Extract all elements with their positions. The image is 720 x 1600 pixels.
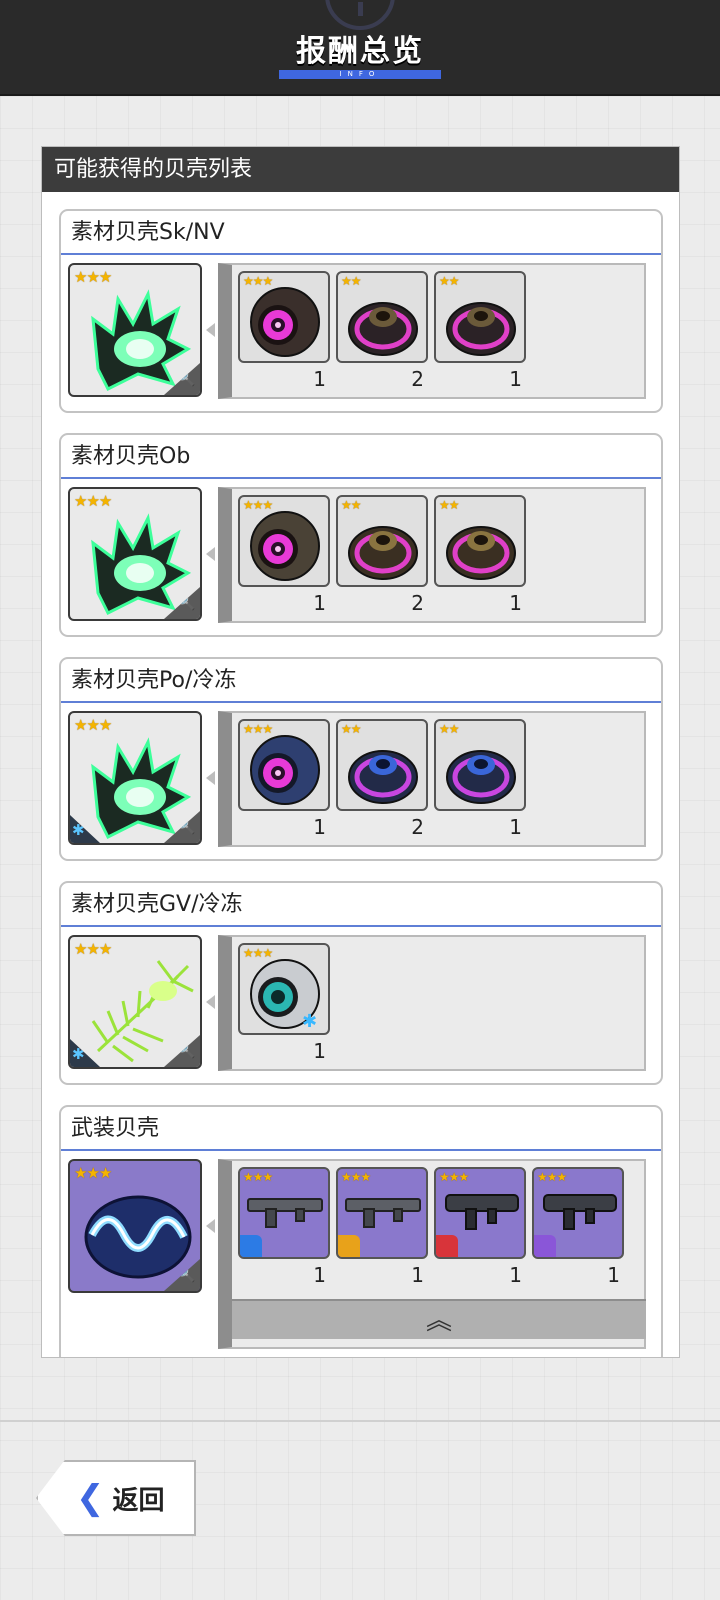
reward-item[interactable]: ★★ (336, 719, 428, 811)
svg-text:✱: ✱ (302, 1011, 317, 1032)
material-shell-icon (91, 289, 192, 392)
shell-thumbnail[interactable]: ★★★ ✱ 🔍 (68, 935, 202, 1069)
launcher-icon (543, 1194, 617, 1230)
item-count: 2 (411, 815, 424, 839)
material-shell-icon (91, 513, 192, 616)
material-gear-icon (446, 526, 516, 580)
material-orb-icon (250, 287, 320, 357)
launcher-icon (445, 1194, 519, 1230)
item-count: 2 (411, 591, 424, 615)
reward-list: ★★★ 1 ★★ 2 ★★ 1 (218, 263, 646, 399)
page-subtitle: INFO (339, 70, 381, 78)
reward-item[interactable]: ★★ (434, 719, 526, 811)
item-count: 1 (509, 1263, 522, 1287)
item-count: 1 (607, 1263, 620, 1287)
armament-shell-icon (84, 1195, 192, 1279)
shell-list-panel: 可能获得的贝壳列表 素材贝壳Sk/NV ★★★ 🔍 ★★★ 1 ★★ 2 ★★ … (41, 146, 680, 1358)
shell-card: 武装贝壳 ★★★ 🔍 ★★★ 1 ★★★ 1 ★★★ 1 ★★★ 1 ︽ (59, 1105, 663, 1357)
type-badge (338, 1235, 360, 1257)
pointer-arrow (206, 547, 215, 561)
shell-card: 素材贝壳Po/冷冻 ★★★ ✱ 🔍 ★★★ 1 ★★ 2 ★★ 1 (59, 657, 663, 861)
back-button[interactable]: ❮ 返回 (36, 1460, 196, 1536)
shell-thumbnail[interactable]: ★★★ 🔍 (68, 1159, 202, 1293)
shell-card-title: 素材贝壳Po/冷冻 (61, 659, 661, 703)
item-count: 1 (313, 815, 326, 839)
material-gear-icon (446, 750, 516, 804)
shell-card: 素材贝壳Ob ★★★ 🔍 ★★★ 1 ★★ 2 ★★ 1 (59, 433, 663, 637)
reward-list: ★★★ 1 ★★ 2 ★★ 1 (218, 487, 646, 623)
spiny-shell-icon (91, 960, 194, 1063)
shell-card-title: 武装贝壳 (61, 1107, 661, 1151)
reward-item[interactable]: ★★ (434, 495, 526, 587)
material-orb-icon (250, 511, 320, 581)
reward-list: ★★★ 1 ★★★ 1 ★★★ 1 ★★★ 1 ︽ (218, 1159, 646, 1349)
shell-thumbnail[interactable]: ★★★ ✱ 🔍 (68, 711, 202, 845)
reward-item[interactable]: ★★★ (238, 1167, 330, 1259)
pointer-arrow (206, 1219, 215, 1233)
pointer-arrow (206, 771, 215, 785)
page-title: 报酬总览 (296, 34, 424, 69)
shell-card: 素材贝壳Sk/NV ★★★ 🔍 ★★★ 1 ★★ 2 ★★ 1 (59, 209, 663, 413)
header-bar: 报酬总览 INFO (0, 0, 720, 96)
reward-item[interactable]: ★★★ (238, 271, 330, 363)
reward-item[interactable]: ★★★ ✱ (238, 943, 330, 1035)
reward-item[interactable]: ★★★ (434, 1167, 526, 1259)
chevron-up-icon: ︽ (425, 1306, 452, 1336)
item-count: 2 (411, 367, 424, 391)
rifle-icon (345, 1198, 421, 1228)
material-gear-icon (446, 302, 516, 356)
reward-item[interactable]: ★★ (336, 495, 428, 587)
panel-title: 可能获得的贝壳列表 (42, 147, 679, 192)
item-count: 1 (313, 591, 326, 615)
type-badge (436, 1235, 458, 1257)
shell-card-title: 素材贝壳GV/冷冻 (61, 883, 661, 927)
reward-item[interactable]: ★★ (434, 271, 526, 363)
item-count: 1 (313, 1263, 326, 1287)
shell-thumbnail[interactable]: ★★★ 🔍 (68, 487, 202, 621)
shell-card: 素材贝壳GV/冷冻 ★★★ ✱ 🔍 ★★★ ✱ 1 (59, 881, 663, 1085)
item-count: 1 (411, 1263, 424, 1287)
reward-item[interactable]: ★★★ (238, 495, 330, 587)
item-count: 1 (509, 367, 522, 391)
material-gear-icon (348, 750, 418, 804)
reward-item[interactable]: ★★★ (532, 1167, 624, 1259)
item-count: 1 (313, 1039, 326, 1063)
material-shell-icon (91, 737, 192, 840)
pointer-arrow (206, 323, 215, 337)
reward-item[interactable]: ★★★ (336, 1167, 428, 1259)
material-gear-icon (348, 302, 418, 356)
reward-list: ★★★ 1 ★★ 2 ★★ 1 (218, 711, 646, 847)
shell-thumbnail[interactable]: ★★★ 🔍 (68, 263, 202, 397)
pointer-arrow (206, 995, 215, 1009)
back-button-label: 返回 (112, 1485, 165, 1516)
rifle-icon (247, 1198, 323, 1228)
reward-list: ★★★ ✱ 1 (218, 935, 646, 1071)
reward-item[interactable]: ★★★ (238, 719, 330, 811)
shell-card-title: 素材贝壳Ob (61, 435, 661, 479)
type-badge (240, 1235, 262, 1257)
material-orb-icon: ✱ (250, 959, 320, 1032)
item-count: 1 (509, 591, 522, 615)
material-orb-icon (250, 735, 320, 805)
item-count: 1 (313, 367, 326, 391)
reward-item[interactable]: ★★ (336, 271, 428, 363)
collapse-button[interactable]: ︽ (232, 1299, 646, 1339)
material-gear-icon (348, 526, 418, 580)
item-count: 1 (509, 815, 522, 839)
type-badge (534, 1235, 556, 1257)
chevron-left-icon: ❮ (76, 1478, 105, 1518)
shell-card-title: 素材贝壳Sk/NV (61, 211, 661, 255)
